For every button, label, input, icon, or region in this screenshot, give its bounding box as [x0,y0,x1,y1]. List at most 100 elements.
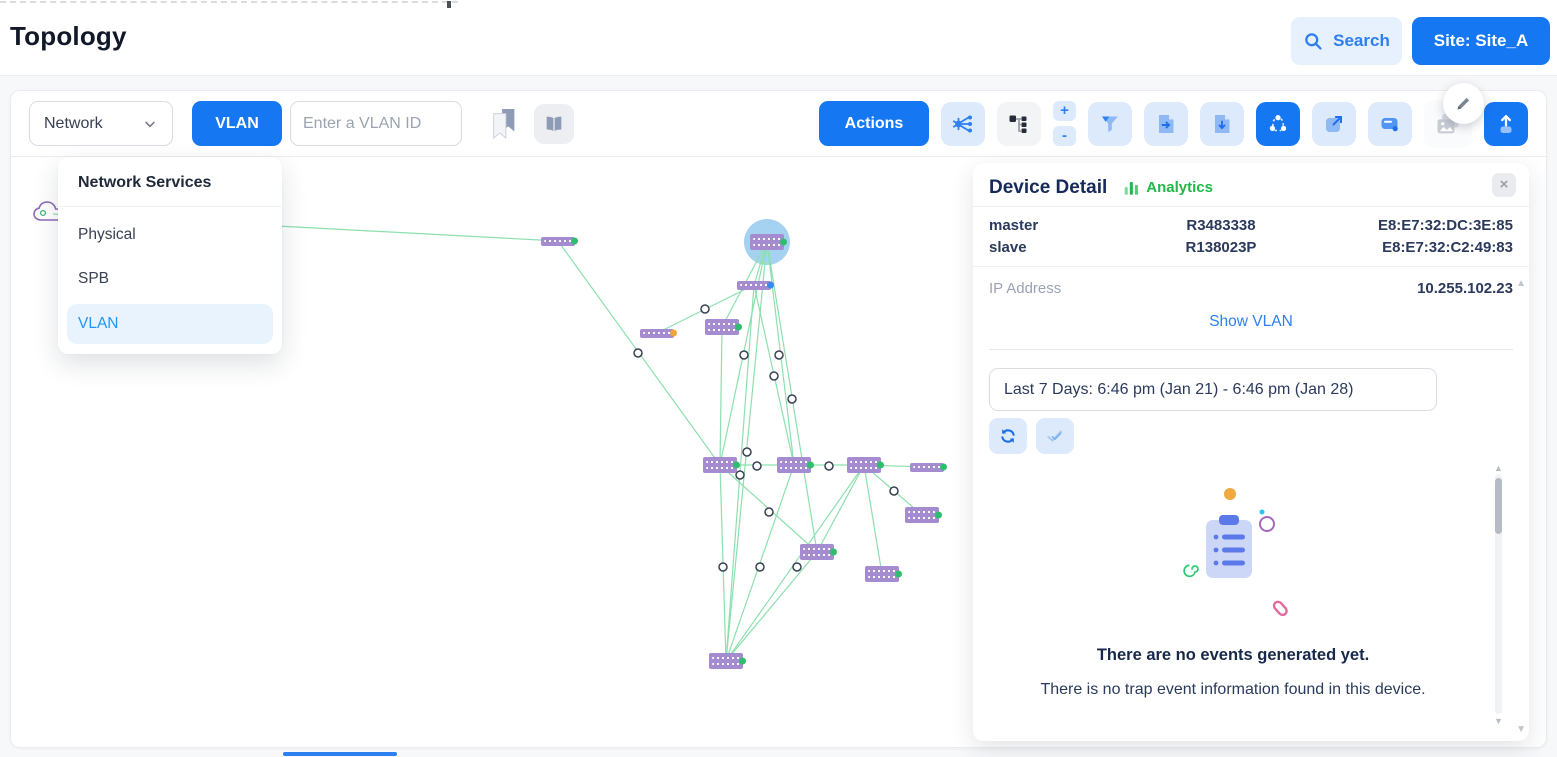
export-file-button[interactable] [1144,102,1188,146]
zoom-in-button[interactable]: + [1053,101,1076,121]
topology-edge [817,465,864,552]
device-detail-panel: Device Detail Analytics × master R348333… [973,163,1529,741]
node-status-blue [767,282,774,289]
edge-junction[interactable] [756,563,764,571]
dropdown-item-physical[interactable]: Physical [58,213,282,257]
topology-node-n1[interactable] [541,237,575,246]
upload-icon [1494,112,1518,136]
dropdown-item-vlan[interactable]: VLAN [67,304,273,344]
topology-node-n13[interactable] [709,653,743,669]
refresh-button[interactable] [989,418,1027,454]
topology-node-n11[interactable] [800,544,834,560]
edge-junction[interactable] [740,351,748,359]
edge-junction[interactable] [890,487,898,495]
topology-node-n4[interactable] [705,319,739,335]
edit-pencil-button[interactable] [1443,83,1484,124]
topology-node-n10[interactable] [905,507,939,523]
topology-toolbar: Network VLAN Actions [11,91,1546,157]
panel-scroll-up-icon[interactable]: ▲ [1516,279,1526,289]
edge-junction[interactable] [634,349,642,357]
topology-edge [864,465,882,574]
vlan-id-input[interactable] [290,101,462,146]
node-status-green [735,324,742,331]
topology-node-n3[interactable] [737,281,771,290]
site-selector-button[interactable]: Site: Site_A [1412,17,1550,65]
search-button[interactable]: Search [1291,17,1402,65]
app-header: Topology Search Site: Site_A [0,0,1557,76]
edge-junction[interactable] [719,563,727,571]
date-range-picker[interactable]: Last 7 Days: 6:46 pm (Jan 21) - 6:46 pm … [989,368,1437,411]
vlan-button[interactable]: VLAN [192,101,282,146]
topology-node-n7[interactable] [777,457,811,473]
edit-pencil-icon [1454,94,1473,113]
events-scrollbar-thumb[interactable] [1495,478,1502,534]
topology-node-n8[interactable] [847,457,881,473]
apply-check-button[interactable] [1036,418,1074,454]
filter-button[interactable] [1088,102,1132,146]
upload-button[interactable] [1484,102,1528,146]
edge-junction[interactable] [775,351,783,359]
device-model: R3483338 [1139,217,1303,234]
window-edge-artifact [0,1,458,3]
double-check-icon [1045,426,1065,446]
analytics-bars-icon [1123,179,1140,197]
topology-node-n9[interactable] [910,463,944,472]
device-row-slave: slave R138023P E8:E7:32:C2:49:83 [989,236,1513,258]
show-vlan-link[interactable]: Show VLAN [973,313,1529,331]
import-file-button[interactable] [1200,102,1244,146]
share-topology-button[interactable] [1256,102,1300,146]
node-status-green [830,549,837,556]
actions-button[interactable]: Actions [819,101,929,146]
device-mac: E8:E7:32:DC:3E:85 [1303,217,1513,234]
panel-divider [989,349,1513,350]
edge-junction[interactable] [788,395,796,403]
panel-scroll-down-icon[interactable]: ▼ [1516,725,1526,735]
events-empty-state: There are no events generated yet. There… [973,462,1529,742]
open-external-button[interactable] [1312,102,1356,146]
node-status-green [877,462,884,469]
search-button-label: Search [1333,31,1390,51]
network-type-select[interactable]: Network [29,101,173,146]
clear-topology-button[interactable] [1368,102,1412,146]
empty-state-title: There are no events generated yet. [973,646,1493,665]
network-settings-button[interactable] [941,102,985,146]
legend-book-button[interactable] [534,104,574,144]
topology-node-n12[interactable] [865,566,899,582]
network-type-select-value: Network [44,115,103,133]
window-edge-tick [447,1,451,8]
export-file-icon [1154,112,1178,136]
topology-node-n2[interactable] [750,234,784,250]
topology-node-n6[interactable] [703,457,737,473]
scroll-down-icon[interactable]: ▼ [1494,717,1503,726]
analytics-tab-label: Analytics [1146,179,1213,196]
ip-address-row: IP Address 10.255.102.23 [973,267,1529,299]
bookmark-icon [488,106,520,142]
edge-junction[interactable] [736,471,744,479]
edge-junction[interactable] [770,372,778,380]
node-status-green [940,464,947,471]
device-model: R138023P [1139,239,1303,256]
search-icon [1303,31,1324,52]
bookmark-button[interactable] [488,106,520,142]
edge-junction[interactable] [743,448,751,456]
clear-topology-icon [1378,112,1402,136]
edge-junction[interactable] [793,563,801,571]
horizontal-scrollbar-thumb[interactable] [283,752,397,756]
zoom-controls: + - [1053,101,1076,146]
hierarchy-layout-button[interactable] [997,102,1041,146]
edge-junction[interactable] [753,462,761,470]
chevron-down-icon [142,116,158,132]
close-panel-button[interactable]: × [1492,173,1516,197]
edge-junction[interactable] [765,508,773,516]
device-row-master: master R3483338 E8:E7:32:DC:3E:85 [989,214,1513,236]
share-icon [1266,112,1290,136]
topology-node-n5[interactable] [640,329,674,338]
edge-junction[interactable] [701,305,709,313]
dropdown-item-spb[interactable]: SPB [58,257,282,301]
zoom-out-button[interactable]: - [1053,126,1076,146]
analytics-tab[interactable]: Analytics [1123,179,1213,197]
empty-clipboard-illustration [1130,474,1350,639]
scroll-up-icon[interactable]: ▲ [1494,464,1503,473]
edge-junction[interactable] [825,462,833,470]
events-scrollbar[interactable]: ▲ ▼ [1493,464,1503,726]
